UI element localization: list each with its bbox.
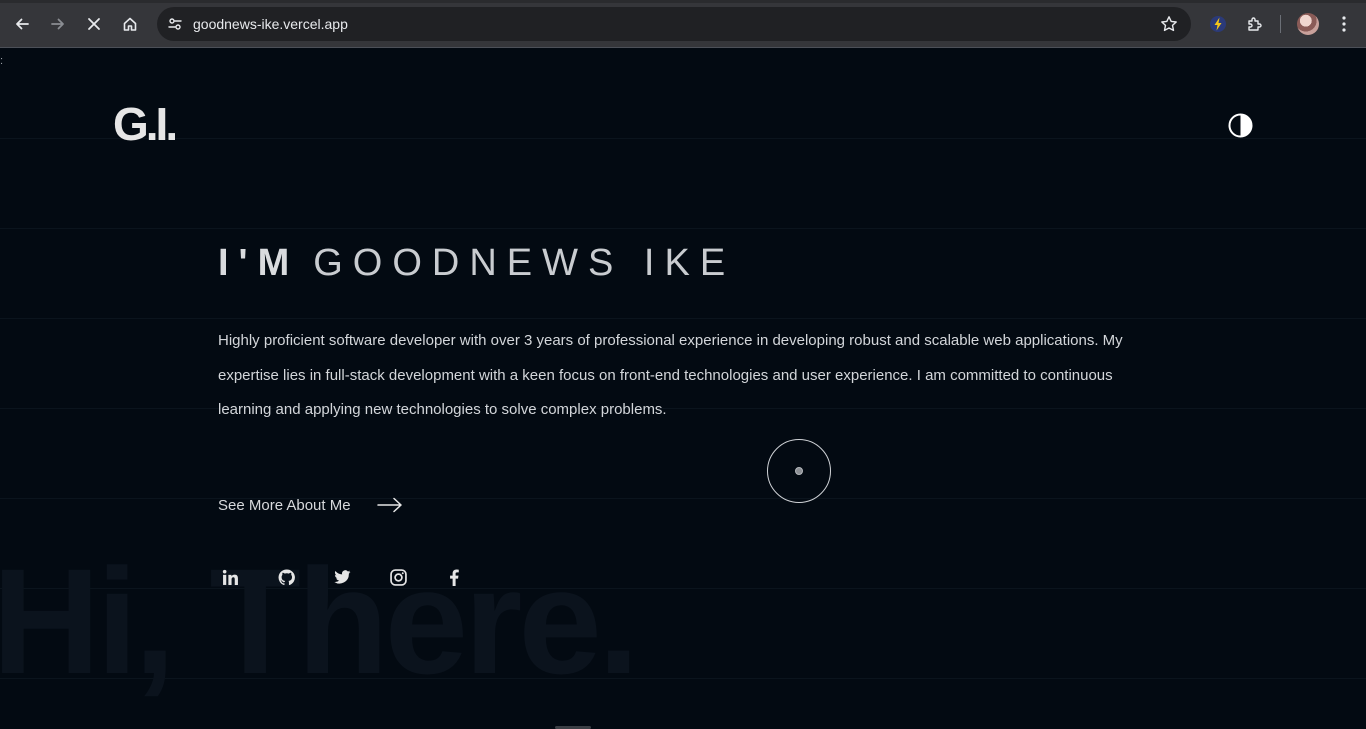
close-icon — [88, 18, 100, 30]
github-icon[interactable] — [274, 565, 298, 589]
grid-line — [0, 318, 1366, 319]
hero-prefix: I'M — [218, 242, 300, 284]
hero-bio: Highly proficient software developer wit… — [218, 332, 1123, 418]
site-logo[interactable]: G.I. — [113, 100, 178, 148]
forward-arrow-icon — [51, 18, 64, 30]
contrast-icon — [1228, 113, 1253, 138]
tab-strip-edge — [0, 0, 1366, 3]
extension-bolt-icon[interactable] — [1206, 12, 1230, 36]
browser-toolbar: goodnews-ike.vercel.app — [0, 0, 1366, 48]
facebook-icon[interactable] — [442, 565, 466, 589]
back-button[interactable] — [6, 8, 38, 40]
custom-cursor-dot — [795, 467, 803, 475]
bookmark-star-icon[interactable] — [1159, 14, 1179, 34]
social-links — [218, 565, 498, 589]
see-more-label: See More About Me — [218, 496, 351, 514]
home-icon — [123, 17, 137, 31]
address-bar[interactable]: goodnews-ike.vercel.app — [157, 7, 1191, 41]
menu-kebab-icon[interactable] — [1332, 12, 1356, 36]
grid-line — [0, 498, 1366, 499]
back-arrow-icon — [16, 18, 29, 30]
toolbar-divider — [1280, 15, 1281, 33]
profile-avatar[interactable] — [1297, 13, 1319, 35]
linkedin-icon[interactable] — [218, 565, 242, 589]
hero-name: GOODNEWS IKE — [313, 242, 736, 284]
arrow-right-icon — [376, 497, 402, 513]
page-viewport: : Hi, There. G.I. I'M GOODNEWS IKE Highly… — [0, 48, 1366, 729]
theme-toggle-button[interactable] — [1228, 113, 1253, 138]
stop-loading-button[interactable] — [78, 8, 110, 40]
stray-text: : — [0, 55, 4, 67]
forward-button[interactable] — [42, 8, 74, 40]
see-more-about-me-link[interactable]: See More About Me — [218, 493, 403, 517]
grid-line — [0, 228, 1366, 229]
hero-heading: I'M GOODNEWS IKE — [218, 241, 735, 285]
twitter-icon[interactable] — [330, 565, 354, 589]
home-button[interactable] — [114, 8, 146, 40]
instagram-icon[interactable] — [386, 565, 410, 589]
grid-line — [0, 138, 1366, 139]
background-watermark: Hi, There. — [0, 537, 639, 705]
url-text[interactable]: goodnews-ike.vercel.app — [193, 15, 348, 33]
extensions-puzzle-icon[interactable] — [1243, 12, 1267, 36]
site-settings-icon[interactable] — [165, 14, 185, 34]
